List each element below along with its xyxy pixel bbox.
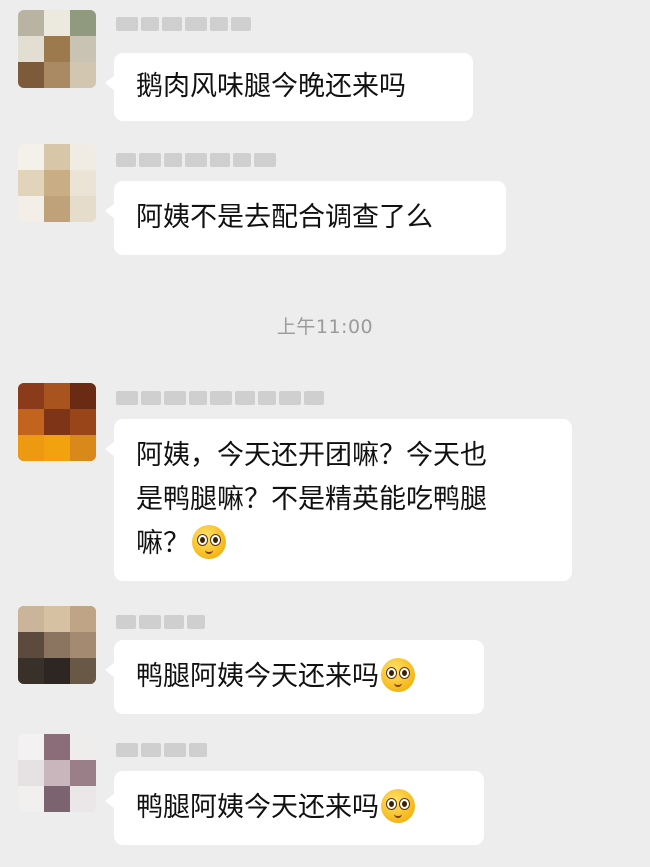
message-bubble[interactable]: 鹅肉风味腿今晚还来吗 [105,53,473,121]
message-text-line: 是鸭腿嘛？不是精英能吃鸭腿 [136,484,487,515]
message-bubble[interactable]: 鸭腿阿姨今天还来吗 [105,771,484,845]
message-text-line-with-emoji: 鸭腿阿姨今天还来吗 [136,786,462,830]
message-bubble[interactable]: 阿姨，今天还开团嘛？今天也 是鸭腿嘛？不是精英能吃鸭腿 嘛？ [105,419,572,581]
message-text-line-with-emoji: 嘛？ [136,522,550,566]
sender-name-redacted [116,16,251,32]
sender-name-redacted [116,152,276,168]
message-text: 鹅肉风味腿今晚还来吗 [136,71,406,102]
avatar[interactable] [18,383,96,461]
message-bubble[interactable]: 阿姨不是去配合调查了么 [105,181,506,255]
message-text: 鸭腿阿姨今天还来吗 [136,792,379,823]
avatar[interactable] [18,734,96,812]
message-bubble[interactable]: 鸭腿阿姨今天还来吗 [105,640,484,714]
message-text: 鸭腿阿姨今天还来吗 [136,661,379,692]
avatar[interactable] [18,144,96,222]
pleading-face-icon [381,658,415,692]
sender-name-redacted [116,614,205,630]
message-text: 嘛？ [136,528,190,559]
pleading-face-icon [192,525,226,559]
time-divider: 上午11:00 [276,316,374,338]
message-text-line-with-emoji: 鸭腿阿姨今天还来吗 [136,655,462,699]
avatar[interactable] [18,10,96,88]
sender-name-redacted [116,390,324,406]
pleading-face-icon [381,789,415,823]
avatar[interactable] [18,606,96,684]
message-text: 阿姨不是去配合调查了么 [136,202,433,233]
sender-name-redacted [116,742,207,758]
message-text-line: 阿姨，今天还开团嘛？今天也 [136,440,487,471]
